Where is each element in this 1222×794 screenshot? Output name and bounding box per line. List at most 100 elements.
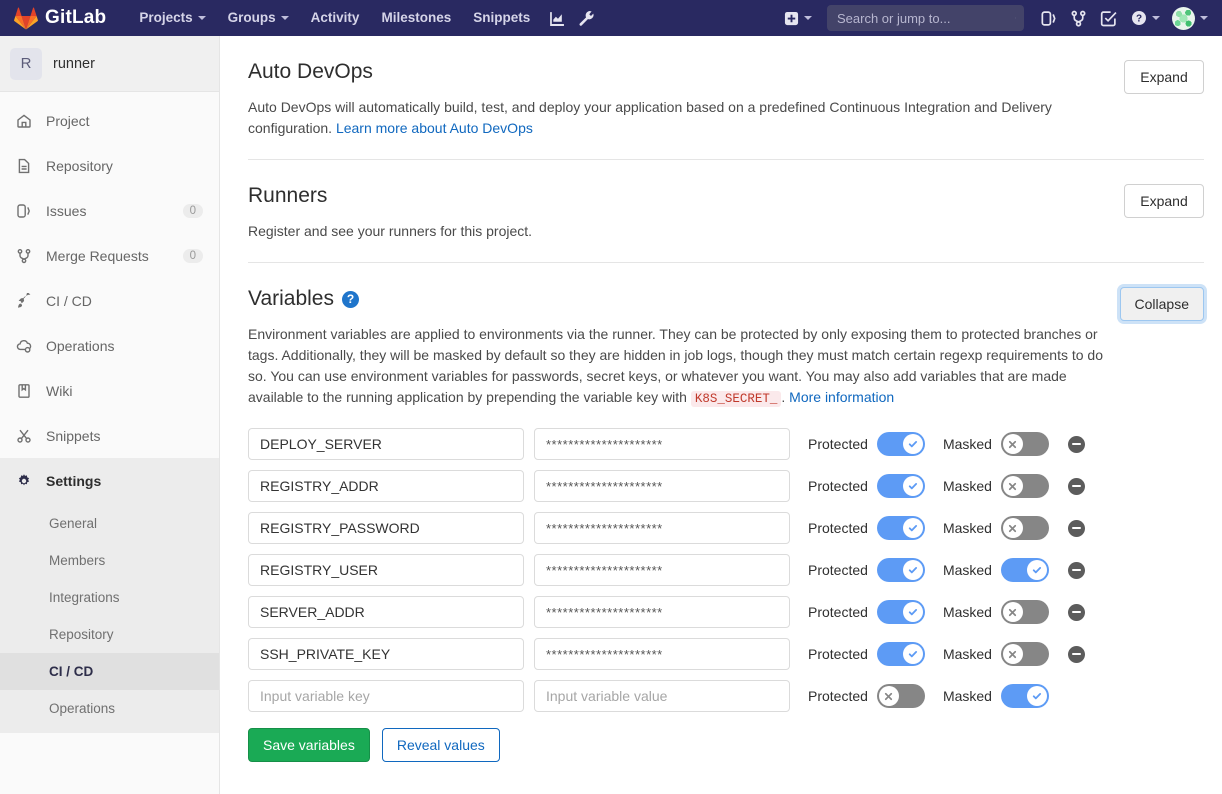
sidebar-subitem-operations[interactable]: Operations	[0, 690, 219, 727]
variables-more-information-link[interactable]: More information	[789, 389, 894, 405]
scissors-icon	[16, 428, 32, 444]
sidebar-item-label: Issues	[46, 202, 87, 219]
sidebar-item-issues[interactable]: Issues 0	[0, 188, 219, 233]
global-search-box[interactable]	[827, 5, 1024, 31]
protected-label: Protected	[808, 520, 868, 536]
protected-toggle[interactable]	[876, 642, 925, 666]
variable-key-input[interactable]	[248, 638, 524, 670]
variable-key-input[interactable]	[248, 596, 524, 628]
protected-toggle[interactable]	[876, 558, 925, 582]
variable-key-input[interactable]	[248, 512, 524, 544]
masked-toggle[interactable]	[1000, 558, 1049, 582]
sidebar-item-repository[interactable]: Repository	[0, 143, 219, 188]
close-icon	[1002, 476, 1023, 496]
variable-value-input[interactable]	[534, 680, 790, 712]
masked-toggle[interactable]	[1000, 474, 1049, 498]
remove-variable-button[interactable]	[1067, 645, 1085, 663]
save-variables-button[interactable]: Save variables	[248, 728, 370, 762]
sidebar-item-ci-cd[interactable]: CI / CD	[0, 278, 219, 323]
auto-devops-learn-more-link[interactable]: Learn more about Auto DevOps	[336, 120, 533, 136]
masked-toggle[interactable]	[1000, 600, 1049, 624]
wrench-icon[interactable]	[571, 0, 601, 36]
variables-description-part2: .	[781, 389, 790, 405]
sidebar-item-merge-requests[interactable]: Merge Requests 0	[0, 233, 219, 278]
variable-key-input[interactable]	[248, 554, 524, 586]
protected-toggle[interactable]	[876, 516, 925, 540]
chevron-down-icon	[280, 16, 289, 20]
variable-value-input[interactable]	[534, 470, 790, 502]
check-icon	[902, 644, 923, 664]
masked-label: Masked	[942, 562, 992, 578]
variable-row: Protected Masked	[248, 596, 1204, 628]
variables-actions: Save variables Reveal values	[248, 728, 1204, 762]
sidebar-item-operations[interactable]: Operations	[0, 323, 219, 368]
masked-label: Masked	[942, 646, 992, 662]
todos-icon[interactable]	[1093, 0, 1123, 36]
nav-link-activity[interactable]: Activity	[300, 0, 371, 36]
sidebar-subitem-general[interactable]: General	[0, 505, 219, 542]
runners-expand-button[interactable]: Expand	[1124, 184, 1204, 218]
remove-variable-button[interactable]	[1067, 561, 1085, 579]
issues-count-badge: 0	[182, 203, 203, 218]
gitlab-logo[interactable]: GitLab	[14, 6, 106, 30]
protected-toggle[interactable]	[876, 432, 925, 456]
cloud-gear-icon	[16, 338, 32, 354]
variable-key-input[interactable]	[248, 428, 524, 460]
remove-variable-button[interactable]	[1067, 435, 1085, 453]
remove-variable-button[interactable]	[1067, 477, 1085, 495]
help-menu-button[interactable]: ?	[1123, 10, 1164, 26]
sidebar-item-label: Wiki	[46, 382, 73, 399]
new-item-button[interactable]	[774, 11, 818, 26]
sidebar-item-settings[interactable]: Settings	[0, 458, 219, 503]
protected-toggle[interactable]	[876, 474, 925, 498]
protected-label: Protected	[808, 646, 868, 662]
merge-requests-icon[interactable]	[1063, 0, 1093, 36]
sidebar-item-project[interactable]: Project	[0, 98, 219, 143]
variable-value-input[interactable]	[534, 554, 790, 586]
masked-toggle[interactable]	[1000, 684, 1049, 708]
variables-title-label: Variables	[248, 287, 334, 310]
sidebar-subitem-repository[interactable]: Repository	[0, 616, 219, 653]
auto-devops-expand-button[interactable]: Expand	[1124, 60, 1204, 94]
remove-variable-button[interactable]	[1067, 519, 1085, 537]
masked-toggle[interactable]	[1000, 432, 1049, 456]
variable-row: Protected Masked	[248, 638, 1204, 670]
variable-value-input[interactable]	[534, 638, 790, 670]
nav-link-snippets[interactable]: Snippets	[462, 0, 541, 36]
protected-toggle[interactable]	[876, 684, 925, 708]
search-input[interactable]	[835, 9, 1015, 27]
reveal-values-button[interactable]: Reveal values	[381, 728, 500, 762]
masked-label: Masked	[942, 688, 992, 704]
variable-value-input[interactable]	[534, 428, 790, 460]
masked-toggle[interactable]	[1000, 516, 1049, 540]
main-content: Auto DevOps Auto DevOps will automatical…	[220, 36, 1222, 794]
variable-value-input[interactable]	[534, 596, 790, 628]
masked-toggle[interactable]	[1000, 642, 1049, 666]
close-icon	[1002, 518, 1023, 538]
variable-value-input[interactable]	[534, 512, 790, 544]
nav-link-projects[interactable]: Projects	[128, 0, 216, 36]
variable-key-input[interactable]	[248, 680, 524, 712]
sidebar-subitem-members[interactable]: Members	[0, 542, 219, 579]
protected-toggle[interactable]	[876, 600, 925, 624]
issues-icon[interactable]	[1033, 0, 1063, 36]
auto-devops-description: Auto DevOps will automatically build, te…	[248, 97, 1093, 139]
sidebar-project-header[interactable]: R runner	[0, 36, 219, 92]
sidebar-item-wiki[interactable]: Wiki	[0, 368, 219, 413]
project-avatar: R	[10, 47, 42, 80]
sidebar-subitem-integrations[interactable]: Integrations	[0, 579, 219, 616]
sidebar-subitem-ci-cd[interactable]: CI / CD	[0, 653, 219, 690]
user-menu-button[interactable]	[1164, 6, 1212, 30]
sidebar-item-snippets[interactable]: Snippets	[0, 413, 219, 458]
nav-link-milestones[interactable]: Milestones	[370, 0, 462, 36]
variable-key-input[interactable]	[248, 470, 524, 502]
merge-requests-count-badge: 0	[182, 248, 203, 263]
variable-row: Protected Masked	[248, 470, 1204, 502]
check-icon	[902, 518, 923, 538]
remove-variable-button[interactable]	[1067, 603, 1085, 621]
analytics-icon[interactable]	[541, 0, 571, 36]
minus-icon	[1071, 652, 1081, 656]
variables-collapse-button[interactable]: Collapse	[1119, 287, 1204, 321]
question-mark-icon[interactable]: ?	[342, 290, 359, 308]
nav-link-groups[interactable]: Groups	[217, 0, 300, 36]
